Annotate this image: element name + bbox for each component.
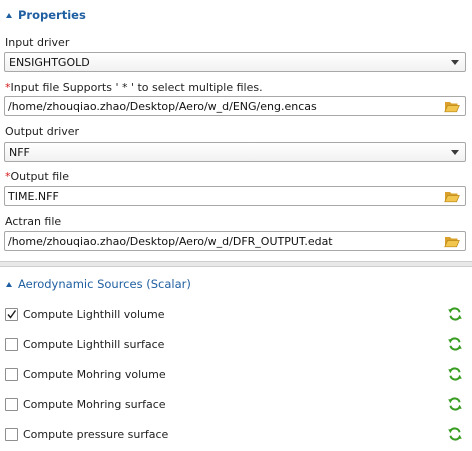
collapse-triangle-icon xyxy=(6,12,12,18)
actran-file-value: /home/zhouqiao.zhao/Desktop/Aero/w_d/DFR… xyxy=(8,234,333,248)
properties-title: Properties xyxy=(18,8,86,22)
refresh-icon[interactable] xyxy=(447,426,463,442)
input-driver-label: Input driver xyxy=(5,36,70,49)
option-label: Compute Mohring surface xyxy=(23,397,166,411)
checkbox-mohring-volume[interactable] xyxy=(5,367,18,381)
refresh-icon[interactable] xyxy=(447,396,463,412)
input-file-label: *Input file Supports ' * ' to select mul… xyxy=(5,81,263,94)
option-row-lighthill-volume[interactable]: Compute Lighthill volume xyxy=(0,303,472,325)
option-label: Compute pressure surface xyxy=(23,427,169,441)
output-file-label-text: Output file xyxy=(10,170,69,183)
folder-open-icon[interactable] xyxy=(444,234,460,248)
option-row-mohring-volume[interactable]: Compute Mohring volume xyxy=(0,363,472,385)
output-file-value: TIME.NFF xyxy=(8,189,59,203)
refresh-icon[interactable] xyxy=(447,366,463,382)
output-driver-label: Output driver xyxy=(5,125,80,138)
input-driver-value: ENSIGHTGOLD xyxy=(9,55,90,69)
chevron-down-icon xyxy=(451,150,459,155)
output-driver-select[interactable]: NFF xyxy=(4,142,466,162)
output-driver-value: NFF xyxy=(9,145,30,159)
refresh-icon[interactable] xyxy=(447,336,463,352)
output-file-label: *Output file xyxy=(5,170,69,183)
actran-file-field[interactable]: /home/zhouqiao.zhao/Desktop/Aero/w_d/DFR… xyxy=(4,231,466,251)
chevron-down-icon xyxy=(451,60,459,65)
option-label: Compute Lighthill volume xyxy=(23,307,165,321)
option-row-mohring-surface[interactable]: Compute Mohring surface xyxy=(0,393,472,415)
input-driver-select[interactable]: ENSIGHTGOLD xyxy=(4,52,466,72)
folder-open-icon[interactable] xyxy=(444,99,460,113)
checkmark-icon xyxy=(7,309,17,319)
input-file-field[interactable]: /home/zhouqiao.zhao/Desktop/Aero/w_d/ENG… xyxy=(4,96,466,116)
output-file-field[interactable]: TIME.NFF xyxy=(4,186,466,206)
input-file-value: /home/zhouqiao.zhao/Desktop/Aero/w_d/ENG… xyxy=(8,99,317,113)
checkbox-pressure-surface[interactable] xyxy=(5,427,18,441)
aero-sources-header[interactable]: Aerodynamic Sources (Scalar) xyxy=(0,273,472,295)
refresh-icon[interactable] xyxy=(447,306,463,322)
properties-header[interactable]: Properties xyxy=(0,4,472,26)
actran-file-label: Actran file xyxy=(5,215,62,228)
option-label: Compute Mohring volume xyxy=(23,367,166,381)
input-file-label-text: Input file Supports ' * ' to select mult… xyxy=(10,81,263,94)
option-label: Compute Lighthill surface xyxy=(23,337,165,351)
option-row-lighthill-surface[interactable]: Compute Lighthill surface xyxy=(0,333,472,355)
checkbox-lighthill-surface[interactable] xyxy=(5,337,18,351)
aero-sources-title: Aerodynamic Sources (Scalar) xyxy=(18,277,191,291)
collapse-triangle-icon xyxy=(6,281,12,287)
folder-open-icon[interactable] xyxy=(444,189,460,203)
section-divider xyxy=(0,261,472,267)
option-row-pressure-surface[interactable]: Compute pressure surface xyxy=(0,423,472,445)
checkbox-mohring-surface[interactable] xyxy=(5,397,18,411)
checkbox-lighthill-volume[interactable] xyxy=(5,307,18,321)
